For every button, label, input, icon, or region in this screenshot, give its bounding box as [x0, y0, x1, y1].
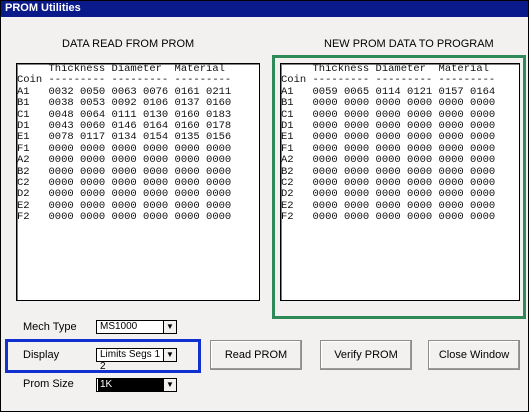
new-data-highlight-box	[272, 55, 526, 319]
display-highlight-box	[5, 339, 201, 373]
prom-size-select[interactable]: 1K ▼	[96, 378, 177, 392]
mech-type-label: Mech Type	[23, 321, 77, 333]
window-title: PROM Utilities	[5, 2, 81, 14]
chevron-down-icon[interactable]: ▼	[163, 321, 176, 333]
prom-size-label: Prom Size	[23, 378, 74, 390]
prom-utilities-window: PROM Utilities DATA READ FROM PROM NEW P…	[0, 0, 529, 412]
left-panel-heading: DATA READ FROM PROM	[62, 38, 195, 50]
chevron-down-icon[interactable]: ▼	[163, 379, 176, 391]
prom-size-value: 1K	[98, 379, 173, 391]
title-bar[interactable]: PROM Utilities	[1, 1, 528, 17]
verify-prom-button[interactable]: Verify PROM	[320, 340, 412, 370]
prom-read-table: Thickness Diameter Material Coin -------…	[17, 63, 232, 224]
mech-type-value: MS1000	[100, 321, 138, 332]
right-panel-heading: NEW PROM DATA TO PROGRAM	[324, 38, 494, 50]
read-prom-button[interactable]: Read PROM	[210, 340, 302, 370]
mech-type-select[interactable]: MS1000 ▼	[96, 320, 177, 334]
prom-read-listbox[interactable]: Thickness Diameter Material Coin -------…	[16, 63, 260, 301]
close-window-button[interactable]: Close Window	[428, 340, 520, 370]
